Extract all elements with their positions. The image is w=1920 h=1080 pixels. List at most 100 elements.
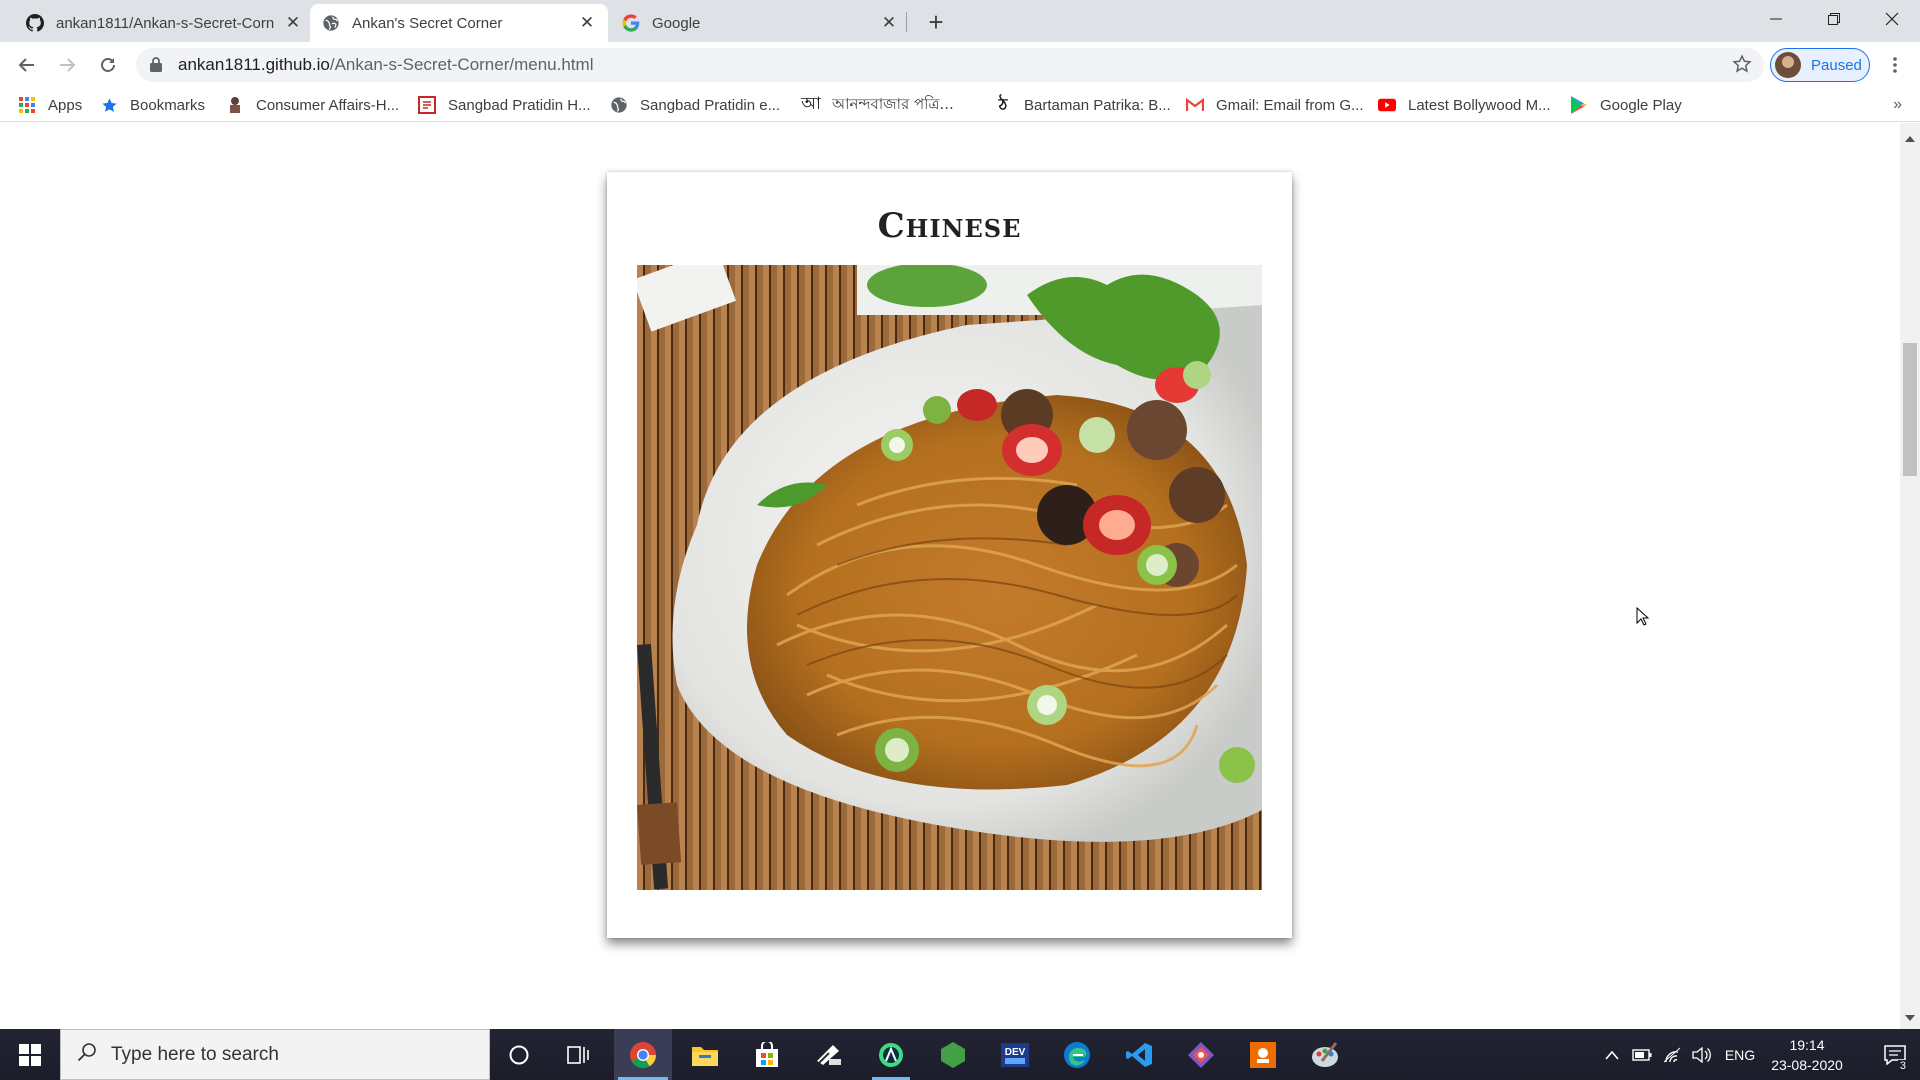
google-play-icon [1570, 96, 1588, 114]
bookmark-label: Google Play [1600, 96, 1682, 114]
close-icon[interactable]: ✕ [880, 14, 898, 32]
apps-grid-icon [18, 96, 36, 114]
back-button[interactable] [11, 49, 43, 81]
windows-logo-icon [19, 1043, 41, 1066]
taskbar-search-box[interactable]: Type here to search [60, 1029, 490, 1080]
volume-button[interactable] [1688, 1029, 1716, 1080]
bookmark-apps[interactable]: Apps [18, 94, 82, 116]
dev-button[interactable]: DEV [986, 1029, 1044, 1080]
store-button[interactable] [738, 1029, 796, 1080]
clock-date: 23-08-2020 [1771, 1057, 1843, 1073]
close-icon[interactable]: ✕ [578, 14, 596, 32]
bookmark-sangbad-pratidin-e[interactable]: Sangbad Pratidin e... [610, 94, 780, 116]
search-placeholder: Type here to search [111, 1043, 279, 1065]
address-bar[interactable]: ankan1811.github.io/Ankan-s-Secret-Corne… [136, 48, 1764, 82]
clock-time: 19:14 [1789, 1037, 1825, 1053]
bookmark-bartaman[interactable]: ঠ Bartaman Patrika: B... [994, 94, 1171, 116]
show-hidden-icons-button[interactable] [1598, 1029, 1626, 1080]
chrome-icon [630, 1041, 657, 1068]
more-vertical-icon [1893, 57, 1897, 73]
bookmarks-bar: Apps Bookmarks Consumer Affairs-H... San… [0, 88, 1920, 122]
notifications-button[interactable]: 3 [1870, 1029, 1920, 1080]
language-indicator[interactable]: ENG [1720, 1029, 1760, 1080]
bookmark-consumer-affairs[interactable]: Consumer Affairs-H... [226, 94, 399, 116]
bookmark-star-icon[interactable] [1732, 54, 1752, 79]
tab-title: Ankan's Secret Corner [352, 14, 503, 32]
consumer-affairs-icon [226, 96, 244, 114]
forward-button[interactable] [51, 49, 83, 81]
reload-button[interactable] [92, 49, 124, 81]
svg-text:DEV: DEV [1005, 1047, 1026, 1058]
vertical-scrollbar[interactable] [1900, 123, 1920, 1029]
bookmark-bollywood[interactable]: Latest Bollywood M... [1378, 94, 1551, 116]
bookmark-bookmarks[interactable]: Bookmarks [100, 94, 205, 116]
app-orange-button[interactable] [1234, 1029, 1292, 1080]
restore-icon [1828, 13, 1840, 25]
browser-toolbar: ankan1811.github.io/Ankan-s-Secret-Corne… [0, 42, 1920, 88]
close-window-button[interactable] [1864, 0, 1920, 38]
page-viewport: Chinese [0, 123, 1900, 1029]
node-button[interactable] [924, 1029, 982, 1080]
vscode-button[interactable] [1110, 1029, 1168, 1080]
minimize-button[interactable] [1748, 0, 1804, 38]
bartaman-icon: ঠ [998, 94, 1008, 114]
task-view-button[interactable] [550, 1029, 608, 1080]
close-icon[interactable]: ✕ [284, 14, 302, 32]
git-button[interactable] [1172, 1029, 1230, 1080]
menu-card: Chinese [607, 172, 1292, 938]
chevron-up-icon [1605, 1050, 1619, 1060]
scroll-up-arrow-icon[interactable] [1905, 136, 1915, 142]
arrow-right-icon [60, 58, 76, 72]
browser-menu-button[interactable] [1880, 50, 1910, 80]
wifi-button[interactable] [1658, 1029, 1686, 1080]
restore-button[interactable] [1806, 0, 1862, 38]
app-icon [817, 1044, 841, 1065]
app-paint-icon [1312, 1041, 1338, 1067]
system-clock[interactable]: 19:14 23-08-2020 [1762, 1035, 1852, 1075]
scrollbar-thumb[interactable] [1903, 343, 1917, 476]
bookmark-sangbad-pratidin-h[interactable]: Sangbad Pratidin H... [418, 94, 591, 116]
app-taskbar-button[interactable] [800, 1029, 858, 1080]
chrome-taskbar-button[interactable] [614, 1029, 672, 1080]
new-tab-button[interactable]: + [922, 9, 950, 37]
app-orange-icon [1250, 1041, 1276, 1068]
start-button[interactable] [0, 1029, 60, 1080]
tab-title: Google [652, 14, 701, 32]
wifi-icon [1663, 1047, 1681, 1062]
google-icon [622, 14, 640, 32]
bookmark-label: Bartaman Patrika: B... [1024, 96, 1171, 114]
profile-button[interactable]: Paused [1770, 48, 1870, 82]
edge-button[interactable] [1048, 1029, 1106, 1080]
lock-icon[interactable] [150, 57, 162, 77]
tab-github[interactable]: ankan1811/Ankan-s-Secret-Corn ✕ [14, 4, 314, 42]
mouse-cursor [1636, 606, 1650, 632]
tab-separator [906, 12, 907, 32]
paint-button[interactable] [1296, 1029, 1354, 1080]
notification-count: 3 [1897, 1060, 1908, 1072]
cortana-icon [509, 1045, 529, 1064]
dev-icon: DEV [1001, 1042, 1029, 1067]
url-host: ankan1811.github.io [178, 55, 330, 74]
android-studio-button[interactable] [862, 1029, 920, 1080]
cortana-button[interactable] [490, 1029, 548, 1080]
bookmark-anandabazar[interactable]: আ আনন্দবাজার পত্রি... [801, 94, 954, 116]
tab-ankans-secret-corner[interactable]: Ankan's Secret Corner ✕ [310, 4, 608, 42]
bookmarks-overflow-button[interactable]: » [1893, 96, 1902, 114]
bookmark-label: Sangbad Pratidin H... [448, 96, 591, 114]
gmail-icon [1186, 96, 1204, 114]
file-explorer-icon [692, 1046, 718, 1066]
battery-icon [1632, 1048, 1652, 1061]
tab-google[interactable]: Google ✕ [610, 4, 910, 42]
tab-strip: ankan1811/Ankan-s-Secret-Corn ✕ Ankan's … [0, 0, 1920, 42]
card-title: Chinese [877, 206, 1022, 246]
node-icon [941, 1041, 965, 1068]
bookmark-label: Latest Bollywood M... [1408, 96, 1551, 114]
url-text[interactable]: ankan1811.github.io/Ankan-s-Secret-Corne… [178, 55, 593, 75]
battery-button[interactable] [1628, 1029, 1656, 1080]
bookmark-google-play[interactable]: Google Play [1570, 94, 1682, 116]
vscode-icon [1126, 1042, 1152, 1067]
scroll-down-arrow-icon[interactable] [1905, 1015, 1915, 1021]
anandabazar-icon: আ [801, 94, 821, 114]
file-explorer-button[interactable] [676, 1029, 734, 1080]
bookmark-gmail[interactable]: Gmail: Email from G... [1186, 94, 1364, 116]
